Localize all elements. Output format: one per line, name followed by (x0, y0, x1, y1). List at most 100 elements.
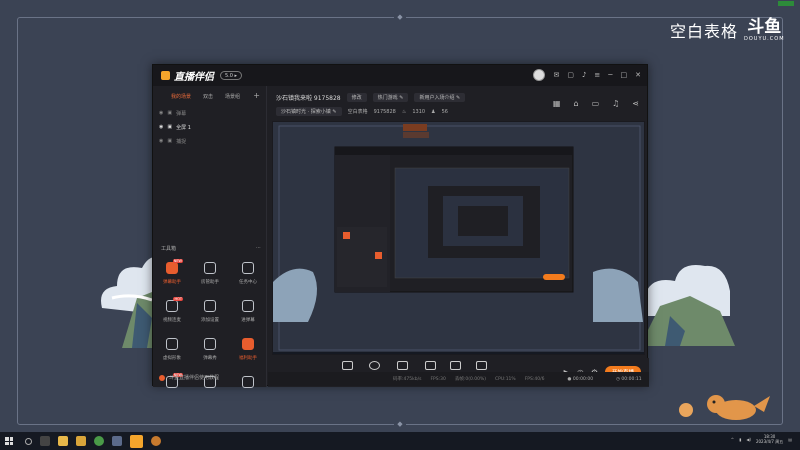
intro-tag[interactable]: 新用户入场介绍 ✎ (414, 93, 466, 102)
system-tray: ^ ▮ ◀) 18:30 2023/4/7 周五 ▤ (731, 434, 792, 444)
room-info-row: 沙石镇我来啦 9175828 修改 热门游戏 ✎ 新用户入场介绍 ✎ (276, 93, 466, 102)
scene-label: 弹幕 (176, 110, 187, 117)
record-time-text: 00:00:00 (572, 376, 594, 382)
status-bar: 码率:475kb/s FPS:30 丢帧:0(0.00%) CPU:11% FP… (268, 372, 649, 386)
start-icon[interactable] (5, 437, 13, 445)
tool-badge: HOT (173, 297, 183, 301)
app-logo-text: 直播伴侣 (174, 72, 214, 83)
mic-icon (450, 361, 462, 370)
tool-item[interactable]: 任务中心 (229, 262, 267, 294)
media-icon (424, 361, 436, 370)
live-companion-taskbar-icon[interactable] (130, 434, 143, 448)
scene-tabs: 我的场景 双击 场景组 + (153, 86, 266, 101)
record-time[interactable]: ● 00:00:00 (567, 377, 593, 382)
edit-button[interactable]: 修改 (346, 93, 367, 102)
eye-icon[interactable]: ◉ (159, 110, 163, 116)
tool-item[interactable]: 虚拟形象 (153, 338, 191, 370)
douyu-logo: 斗鱼 DOUYU.COM (744, 18, 785, 42)
eye-icon[interactable]: ◉ (159, 138, 163, 144)
tab-scene-group[interactable]: 场景组 (225, 93, 240, 100)
fans-icon: ♟ (431, 108, 436, 115)
room-meta-row: 沙石镇时光 · 探索小镇 ✎ 空白表格 9175828 ♨ 1310 ♟ 56 (276, 107, 448, 116)
user-avatar[interactable] (533, 69, 546, 81)
lock-icon[interactable]: ▣ (167, 110, 172, 116)
minimize-icon[interactable]: ─ (608, 71, 612, 79)
tab-my-scenes[interactable]: 我的场景 (171, 93, 191, 100)
tool-item[interactable]: 添加设置 (191, 300, 229, 332)
layout-icon[interactable]: ▦ (553, 99, 561, 108)
lock-icon[interactable]: ▣ (167, 124, 172, 130)
chrome-icon[interactable] (94, 436, 104, 446)
scene-item[interactable]: ◉ ▣ 捕捉 (153, 134, 266, 148)
screen-icon[interactable]: ▭ (592, 99, 600, 108)
system-clock[interactable]: 18:30 2023/4/7 周五 (756, 434, 783, 444)
frame-ornament-bottom: ◆ (394, 421, 406, 428)
tool-item[interactable]: 福利助手 (229, 338, 267, 370)
tool-badge: NEW (172, 259, 183, 263)
speaker-icon (475, 361, 487, 370)
clock-date: 2023/4/7 周五 (755, 439, 784, 444)
watermark-brand: 空白表格 斗鱼 DOUYU.COM (670, 18, 785, 42)
tool-item[interactable]: 进弹幕 (229, 300, 267, 332)
room-id: 9175828 (373, 108, 396, 115)
image-icon (242, 300, 254, 312)
mail-icon[interactable]: ✉ (553, 71, 559, 79)
toolbox-grid: NEW 弹幕助手 房管助手 任务中心 HOT 视频连麦 添加设置 进弹幕虚拟形象 弹幕秀 福利助手… (153, 259, 267, 408)
game-icon[interactable] (151, 436, 161, 446)
tool-label: 弹幕秀 (203, 356, 217, 361)
folder-icon[interactable] (76, 436, 86, 446)
douyu-logo-sub: DOUYU.COM (744, 35, 785, 42)
lock-icon[interactable]: ▣ (167, 138, 172, 144)
tutorial-icon (159, 374, 165, 381)
network-icon[interactable]: ▮ (739, 437, 741, 442)
recording-indicator (778, 1, 794, 6)
version-badge[interactable]: 5.0 ▸ (220, 71, 243, 80)
tool-item[interactable]: 弹幕秀 (191, 338, 229, 370)
bell-icon[interactable]: ♪ (582, 71, 586, 79)
app-icon[interactable] (112, 436, 122, 446)
camera-icon (369, 361, 381, 370)
cpu-status: CPU:11% (495, 376, 516, 382)
tutorial-text: 斗鱼直播伴侣使用教程 (169, 375, 220, 381)
volume-icon[interactable]: ◀) (746, 437, 751, 442)
lock-icon[interactable]: ⌂ (573, 99, 578, 108)
game-chip[interactable]: 沙石镇时光 · 探索小镇 ✎ (276, 107, 342, 116)
file-explorer-icon[interactable] (58, 436, 68, 446)
tool-item[interactable]: HOT 视频连麦 (153, 297, 191, 332)
tv-icon (204, 338, 216, 350)
add-scene-icon[interactable]: + (253, 92, 260, 100)
tab-double[interactable]: 双击 (203, 93, 213, 100)
preview-recursive-capture (273, 122, 644, 354)
heat-icon: ♨ (401, 108, 407, 115)
task-view-icon[interactable] (40, 436, 50, 446)
more-icon[interactable]: ⋯ (256, 245, 261, 252)
room-category: 空白表格 (347, 109, 368, 115)
fps2-status: FPS:40/6 (524, 376, 545, 382)
tray-up-icon[interactable]: ^ (731, 437, 734, 442)
notification-icon[interactable]: ▤ (788, 437, 792, 442)
live-preview[interactable] (272, 121, 645, 355)
tool-item[interactable] (229, 376, 267, 408)
share-icon[interactable]: ⋖ (632, 99, 639, 108)
watermark-text: 空白表格 (670, 22, 739, 41)
phone-cast-icon (397, 361, 408, 370)
menu-icon[interactable]: ≡ (594, 71, 600, 79)
tool-item[interactable]: NEW 弹幕助手 (153, 259, 191, 294)
video-link-icon: HOT (166, 297, 183, 312)
app-logo: 直播伴侣 (161, 68, 214, 83)
tutorial-link[interactable]: 斗鱼直播伴侣使用教程 (159, 374, 219, 381)
gift-icon (242, 338, 254, 350)
fans-value: 56 (441, 108, 448, 115)
message-icon[interactable]: ▢ (567, 71, 574, 79)
close-icon[interactable]: ✕ (635, 71, 641, 79)
tool-item[interactable]: 房管助手 (191, 262, 229, 294)
scene-item[interactable]: ◉ ▣ 弹幕 (153, 106, 266, 120)
scene-item[interactable]: ◉ ▣ 全屏 1 (153, 120, 266, 134)
tool-label: 进弹幕 (241, 318, 255, 323)
room-title: 沙石镇我来啦 9175828 (276, 95, 341, 102)
bell-icon[interactable]: ♫ (612, 99, 619, 108)
category-tag[interactable]: 热门游戏 ✎ (372, 93, 409, 102)
search-icon[interactable] (25, 437, 32, 445)
eye-icon[interactable]: ◉ (159, 124, 163, 130)
maximize-icon[interactable]: □ (621, 71, 628, 79)
